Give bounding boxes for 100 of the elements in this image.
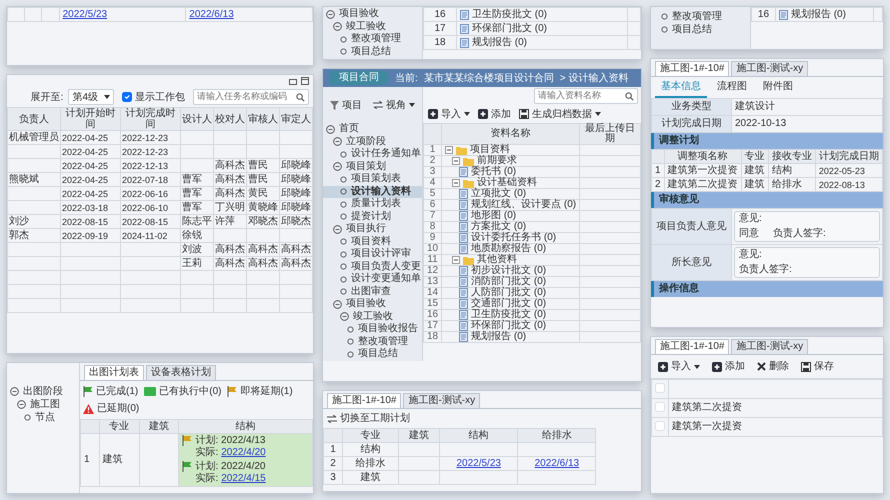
tab[interactable]: 设备表格计划 [146,365,216,380]
row-number: 17 [424,320,442,332]
date-link[interactable]: 2022/4/20 [221,447,266,459]
save-button[interactable]: 保存 [798,359,837,374]
tree-item[interactable]: 出图阶段 [7,385,79,398]
tab[interactable]: 施工图-测试-xy [731,61,808,76]
collapse-icon[interactable] [452,179,460,187]
collapse-icon[interactable] [326,10,335,19]
tab[interactable]: 施工图-测试-xy [731,339,808,354]
checkbox[interactable] [122,92,132,102]
collapse-icon[interactable] [445,146,454,154]
tree-item[interactable]: 项目验收 [323,8,422,20]
plus-icon [712,362,722,372]
search-icon[interactable] [296,92,305,102]
tree-item[interactable]: 设计任务通知单 [323,148,422,160]
row-number: 11 [424,254,442,266]
tab[interactable]: 施工图-测试-xy [403,393,480,408]
tab[interactable]: 施工图-1#-10# [327,393,402,408]
tab[interactable]: 施工图-1#-10# [655,339,730,354]
minimize-icon[interactable] [289,77,297,85]
checkbox-label[interactable]: 显示工作包 [135,90,185,104]
collapse-icon[interactable] [326,124,335,134]
table-cell: 郭杰 [8,228,60,242]
caret-icon [464,112,470,116]
row-number: 1 [324,442,343,456]
document-icon [459,167,468,177]
tree-item[interactable]: 项目策划 [323,160,422,173]
row-number: 4 [424,178,442,188]
module-tab[interactable]: 项目合同 [329,71,389,85]
delete-button[interactable]: 删除 [754,359,792,374]
archive-button[interactable]: 生成归档数据 [516,106,604,122]
bullet-icon [340,36,347,43]
caret-icon [104,95,110,99]
tab[interactable]: 施工图-1#-10# [655,61,730,76]
tree-item[interactable]: 竣工验收 [323,310,422,323]
collapse-icon[interactable] [333,224,342,234]
search-icon[interactable] [625,92,634,100]
tree-item[interactable]: 施工图 [7,398,79,411]
tree-item[interactable]: 项目负责人变更 [323,260,422,273]
tab[interactable]: 出图计划表 [84,365,144,380]
tree-item[interactable]: 项目总结 [323,348,422,360]
opinion-box[interactable]: 意见: 同意 负责人签字: [734,211,880,242]
level-select[interactable]: 第4级 [68,89,114,105]
document-icon [459,288,468,298]
row-number: 7 [424,210,442,222]
table-cell: 结构 [342,442,399,456]
import-button[interactable]: 导入 [425,106,473,122]
project-filter[interactable]: 项目 [327,98,365,112]
field-label: 计划完成日期 [652,116,732,132]
search-field[interactable]: 请输入任务名称或编码 [193,89,309,105]
table-cell: 2022-06-10 [120,200,180,214]
tree-item[interactable]: 项目策划表 [323,173,422,186]
collapse-icon[interactable] [452,256,460,264]
tree-item[interactable]: 项目总结 [651,23,750,36]
tree-item[interactable]: 项目执行 [323,223,422,236]
tree-item[interactable]: 整改项管理 [651,10,750,23]
view-tab[interactable]: 附件图 [757,77,799,98]
table-cell: 邱晓峰 [280,200,312,214]
view-tab[interactable]: 流程图 [711,77,753,98]
column-header: 结构 [178,420,312,434]
tree-item[interactable]: 立项阶段 [323,136,422,148]
add-button[interactable]: 添加 [475,106,514,122]
tree-item[interactable]: 首页 [323,123,422,136]
tree-item[interactable]: 项目验收报告 [323,323,422,336]
collapse-icon[interactable] [333,22,342,32]
view-menu-button[interactable]: 视角 [370,98,418,112]
collapse-icon[interactable] [333,162,342,172]
tree-item[interactable]: 项目资料 [323,236,422,248]
collapse-icon[interactable] [333,137,342,146]
table-cell: 2022-08-15 [120,214,180,228]
breadcrumb-link[interactable]: 某市某某综合楼项目设计合同 [424,70,554,86]
tree-item[interactable]: 节点 [7,411,79,424]
tree-item[interactable]: 质量计划表 [323,198,422,210]
collapse-icon[interactable] [17,400,26,409]
tree-item[interactable]: 竣工验收 [323,20,422,33]
collapse-icon[interactable] [333,300,342,309]
maximize-icon[interactable] [301,77,309,85]
add-button[interactable]: 添加 [709,359,748,374]
tree-item[interactable]: 提资计划 [323,210,422,223]
tree-item[interactable]: 设计变更通知单 [323,273,422,286]
save-icon [519,109,529,119]
row-number: 16 [424,8,457,22]
tree-item[interactable]: 出图审查 [323,286,422,298]
tree-item[interactable]: 项目设计评审 [323,248,422,260]
date-link[interactable]: 2022/4/15 [221,473,266,485]
tree-item[interactable]: 项目总结 [323,46,422,58]
switch-plan-button[interactable]: 切换至工期计划 [323,409,414,428]
tree-item[interactable]: 项目验收 [323,298,422,310]
collapse-icon[interactable] [340,312,349,322]
collapse-icon[interactable] [10,387,19,396]
tree-item[interactable]: 整改项管理 [323,33,422,46]
tree-item[interactable]: 设计输入资料 [323,186,422,198]
opinion-box[interactable]: 意见: 负责人签字: [734,247,880,278]
search-field[interactable]: 请输入资料名称 [534,88,638,104]
column-header: 给排水 [518,428,596,442]
column-header: 接收专业 [768,150,816,164]
collapse-icon[interactable] [452,157,460,165]
row-number: 16 [752,8,776,22]
import-button[interactable]: 导入 [655,359,703,374]
tree-item[interactable]: 整改项管理 [323,336,422,348]
